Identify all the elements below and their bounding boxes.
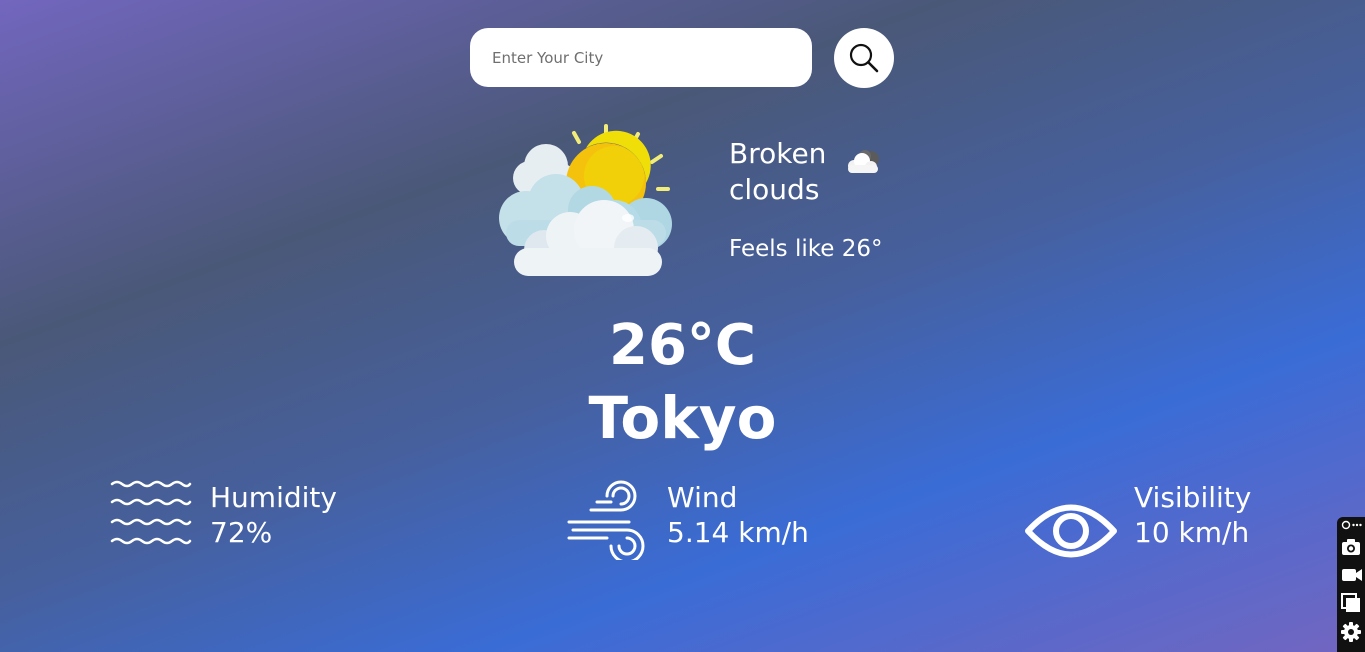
wind-icon bbox=[567, 480, 645, 560]
wind-label: Wind bbox=[667, 481, 738, 514]
description-line-2: clouds bbox=[729, 173, 820, 206]
search-button[interactable] bbox=[834, 28, 894, 88]
city-search-input[interactable] bbox=[490, 47, 792, 68]
camera-icon[interactable] bbox=[1341, 538, 1361, 556]
capture-widget bbox=[1337, 517, 1365, 652]
wind-value: 5.14 km/h bbox=[667, 516, 809, 549]
search-box bbox=[470, 28, 812, 87]
feels-like: Feels like 26° bbox=[729, 236, 883, 262]
temperature: 26°C bbox=[608, 313, 757, 378]
weather-illustration bbox=[496, 120, 682, 282]
visibility-label: Visibility bbox=[1134, 481, 1252, 514]
search-icon bbox=[849, 43, 879, 73]
link-icon[interactable] bbox=[1341, 520, 1351, 530]
broken-clouds-icon bbox=[845, 148, 883, 184]
city-name: Tokyo bbox=[588, 384, 777, 452]
more-icon[interactable] bbox=[1352, 520, 1362, 530]
humidity-label: Humidity bbox=[210, 481, 337, 514]
humidity-value: 72% bbox=[210, 516, 273, 549]
description-line-1: Broken bbox=[729, 137, 827, 170]
video-icon[interactable] bbox=[1341, 567, 1363, 583]
weather-description: Broken clouds bbox=[729, 136, 929, 208]
sun-behind-clouds-icon bbox=[499, 124, 672, 276]
settings-icon[interactable] bbox=[1341, 622, 1361, 642]
visibility-value: 10 km/h bbox=[1134, 516, 1250, 549]
eye-icon bbox=[1025, 504, 1117, 558]
window-icon[interactable] bbox=[1341, 593, 1361, 613]
humidity-waves-icon bbox=[110, 480, 192, 545]
